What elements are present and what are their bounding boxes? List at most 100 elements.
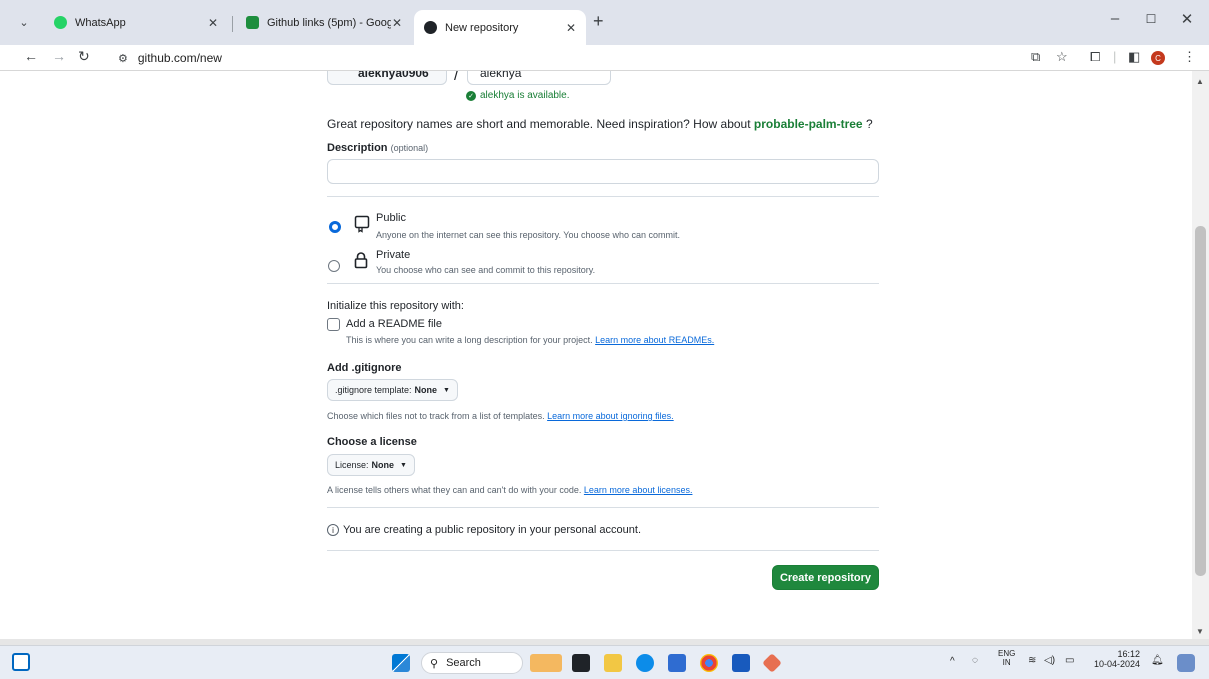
copilot-icon[interactable] bbox=[1177, 654, 1195, 672]
license-heading: Choose a license bbox=[327, 436, 417, 448]
whatsapp-icon bbox=[54, 16, 67, 29]
file-explorer-icon[interactable] bbox=[604, 654, 622, 672]
gitignore-desc-text: Choose which files not to track from a l… bbox=[327, 411, 545, 421]
chrome-icon[interactable] bbox=[700, 654, 718, 672]
private-label: Private bbox=[376, 249, 411, 261]
close-tab-icon[interactable]: ✕ bbox=[208, 16, 218, 30]
scroll-up-icon[interactable]: ▲ bbox=[1196, 77, 1204, 86]
public-radio[interactable] bbox=[329, 221, 341, 233]
maximize-icon[interactable]: ☐ bbox=[1136, 12, 1166, 26]
caret-down-icon: ▼ bbox=[400, 461, 407, 469]
license-description: A license tells others what they can and… bbox=[327, 485, 692, 495]
clock[interactable]: 16:12 10-04-2024 bbox=[1080, 649, 1140, 669]
tab-whatsapp[interactable]: WhatsApp ✕ bbox=[44, 8, 228, 37]
profile-avatar[interactable]: C bbox=[1151, 51, 1165, 65]
repository-name-input[interactable]: alekhya bbox=[467, 71, 611, 85]
clock-date: 10-04-2024 bbox=[1093, 659, 1140, 669]
license-value: None bbox=[371, 460, 395, 470]
inspiration-text: Great repository names are short and mem… bbox=[327, 117, 751, 131]
url-text[interactable]: github.com/new bbox=[138, 51, 222, 65]
close-tab-icon[interactable]: ✕ bbox=[392, 16, 402, 30]
word-icon[interactable] bbox=[732, 654, 750, 672]
readme-checkbox[interactable] bbox=[327, 318, 340, 331]
new-tab-button[interactable]: + bbox=[593, 11, 604, 32]
cast-icon[interactable]: ⧉ bbox=[1031, 49, 1040, 65]
sheets-icon bbox=[246, 16, 259, 29]
browser-tabstrip: ⌄ WhatsApp ✕ Github links (5pm) - Google… bbox=[0, 0, 1209, 45]
windows-taskbar: ⚲ Search ^ ◌ ENG IN ≋ ◁) ▭ 16:12 10-04-2… bbox=[0, 645, 1209, 679]
readme-learn-more-link[interactable]: Learn more about READMEs. bbox=[595, 335, 714, 345]
gitignore-description: Choose which files not to track from a l… bbox=[327, 411, 674, 421]
check-circle-icon: ✓ bbox=[466, 90, 476, 101]
tab-search-chevron-icon[interactable]: ⌄ bbox=[10, 10, 38, 34]
vertical-scrollbar[interactable]: ▲ ▼ bbox=[1192, 71, 1209, 639]
forward-icon[interactable]: → bbox=[52, 48, 66, 64]
tab-title: New repository bbox=[445, 21, 519, 34]
network-app-icon[interactable]: ◌ bbox=[972, 655, 978, 666]
side-panel-icon[interactable]: ◧ bbox=[1128, 49, 1140, 65]
volume-icon[interactable]: ◁) bbox=[1044, 655, 1055, 666]
license-learn-more-link[interactable]: Learn more about licenses. bbox=[584, 485, 693, 495]
start-windows-icon[interactable] bbox=[392, 654, 410, 672]
create-repository-button[interactable]: Create repository bbox=[772, 565, 879, 590]
omnibox[interactable]: ⚙ github.com/new bbox=[100, 47, 985, 69]
gitignore-heading: Add .gitignore bbox=[327, 362, 402, 374]
private-description: You choose who can see and commit to thi… bbox=[376, 265, 596, 275]
readme-description: This is where you can write a long descr… bbox=[346, 335, 714, 345]
bookmark-star-icon[interactable]: ☆ bbox=[1056, 49, 1068, 65]
optional-tag: (optional) bbox=[390, 143, 429, 153]
description-input[interactable] bbox=[327, 159, 879, 184]
task-view-icon[interactable] bbox=[572, 654, 590, 672]
inspiration-suggestion[interactable]: probable-palm-tree bbox=[754, 117, 863, 131]
repository-name-value: alekhya bbox=[480, 71, 522, 80]
info-text: You are creating a public repository in … bbox=[343, 524, 641, 536]
address-bar-row: ← → ↻ ⚙ github.com/new ⧉ ☆ ⧠ | ◧ ⋮ bbox=[0, 45, 1209, 71]
back-icon[interactable]: ← bbox=[24, 48, 38, 64]
tab-new-repository[interactable]: New repository ✕ bbox=[414, 10, 586, 45]
minimize-icon[interactable]: – bbox=[1100, 10, 1130, 27]
notification-bell-icon[interactable]: 🔔︎ bbox=[1151, 655, 1164, 666]
tab-separator bbox=[232, 16, 233, 32]
weather-widget-icon[interactable] bbox=[530, 654, 562, 672]
more-menu-icon[interactable]: ⋮ bbox=[1183, 49, 1196, 65]
public-description: Anyone on the internet can see this repo… bbox=[376, 230, 681, 240]
description-label-text: Description bbox=[327, 142, 388, 154]
widgets-icon[interactable] bbox=[12, 653, 30, 671]
license-dropdown[interactable]: License: None ▼ bbox=[327, 454, 415, 476]
taskbar-search[interactable]: ⚲ Search bbox=[421, 652, 523, 674]
gitignore-learn-more-link[interactable]: Learn more about ignoring files. bbox=[547, 411, 674, 421]
tab-google-sheets[interactable]: Github links (5pm) - Google She ✕ bbox=[236, 8, 412, 37]
divider bbox=[327, 550, 879, 551]
extensions-icon[interactable]: ⧠ bbox=[1090, 49, 1100, 65]
store-icon[interactable] bbox=[668, 654, 686, 672]
site-info-icon[interactable]: ⚙ bbox=[118, 52, 128, 65]
language-indicator[interactable]: ENG IN bbox=[998, 649, 1015, 667]
initialize-heading: Initialize this repository with: bbox=[327, 300, 464, 312]
git-icon[interactable] bbox=[762, 653, 782, 673]
avatar-initial: C bbox=[1155, 53, 1161, 63]
gitignore-template-dropdown[interactable]: .gitignore template: None ▼ bbox=[327, 379, 458, 401]
scroll-down-icon[interactable]: ▼ bbox=[1196, 627, 1204, 636]
battery-icon[interactable]: ▭ bbox=[1065, 655, 1074, 666]
scrollbar-thumb[interactable] bbox=[1195, 226, 1206, 576]
private-radio[interactable] bbox=[328, 260, 340, 272]
reload-icon[interactable]: ↻ bbox=[78, 48, 90, 65]
edge-icon[interactable] bbox=[636, 654, 654, 672]
wifi-icon[interactable]: ≋ bbox=[1028, 655, 1036, 666]
clock-time: 16:12 bbox=[1117, 649, 1140, 659]
close-window-icon[interactable]: ✕ bbox=[1172, 10, 1202, 28]
close-tab-icon[interactable]: ✕ bbox=[566, 21, 576, 35]
github-icon bbox=[424, 21, 437, 34]
page-content: alekhya0906 / alekhya ✓ alekhya is avail… bbox=[0, 71, 1192, 639]
inspiration-line: Great repository names are short and mem… bbox=[327, 117, 873, 131]
readme-desc-text: This is where you can write a long descr… bbox=[346, 335, 593, 345]
tab-title: WhatsApp bbox=[75, 16, 126, 29]
description-label: Description (optional) bbox=[327, 142, 428, 154]
search-placeholder: Search bbox=[446, 657, 481, 669]
inspiration-end: ? bbox=[865, 117, 873, 131]
lang-bottom: IN bbox=[1002, 658, 1011, 667]
readme-label[interactable]: Add a README file bbox=[346, 318, 442, 330]
show-hidden-icons[interactable]: ^ bbox=[950, 656, 955, 667]
owner-select[interactable]: alekhya0906 bbox=[327, 71, 447, 85]
divider bbox=[327, 283, 879, 284]
